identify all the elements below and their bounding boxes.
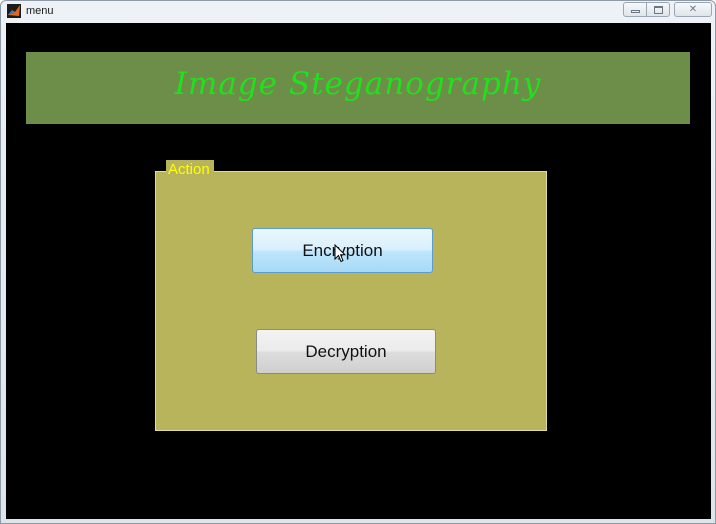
- maximize-button[interactable]: [646, 2, 670, 17]
- title-bar[interactable]: menu ✕: [1, 1, 715, 22]
- panel-legend: Action: [166, 160, 214, 179]
- maximize-icon: [653, 5, 663, 14]
- decryption-button[interactable]: Decryption: [256, 329, 436, 374]
- matlab-icon: [7, 4, 21, 18]
- minimize-icon: [630, 10, 640, 13]
- minimize-button[interactable]: [623, 2, 647, 17]
- app-window: menu ✕ Image Steganography Action Encryp…: [0, 0, 716, 524]
- close-icon: ✕: [688, 4, 698, 15]
- window-title: menu: [26, 5, 54, 17]
- decryption-button-label: Decryption: [305, 341, 387, 361]
- mouse-pointer-icon: [334, 244, 346, 263]
- banner-title: Image Steganography: [174, 66, 542, 102]
- figure-canvas: Image Steganography Action Encryption De…: [6, 23, 711, 519]
- title-banner: Image Steganography: [26, 52, 690, 124]
- action-panel: Action Encryption Decryption: [155, 160, 547, 431]
- close-button[interactable]: ✕: [674, 2, 712, 17]
